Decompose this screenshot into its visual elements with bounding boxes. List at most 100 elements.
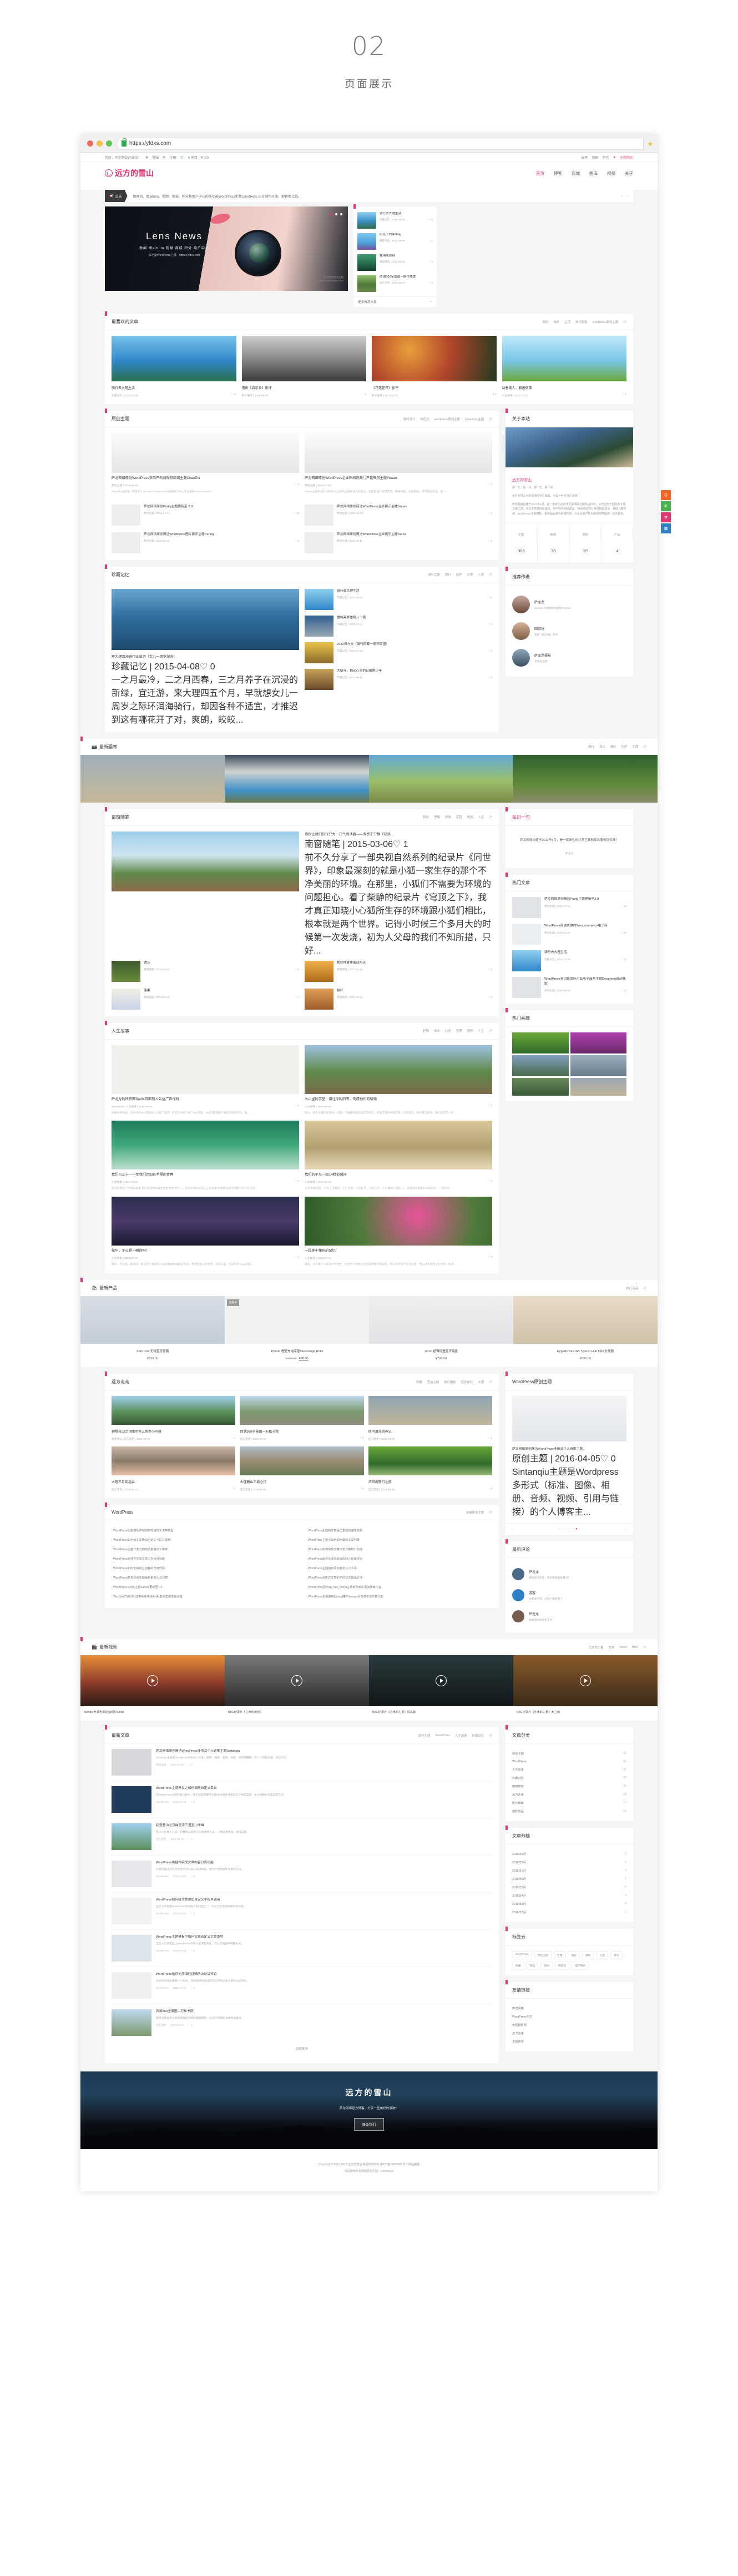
topbar-link-album[interactable]: 相册 <box>592 155 599 160</box>
panel-categories[interactable]: 骑行之旅 旅行 拉萨 大理 人生 ⟳ <box>428 572 492 577</box>
travel-card[interactable]: 西湖360全景图—万松书院 远方走走 | 2016-03-16 ♡ 0 <box>240 1396 364 1441</box>
cat-link[interactable]: 人生故事 <box>455 1733 467 1738</box>
hot-post-item[interactable]: 骑行去大理生活 珍藏记忆 | 2014-10-25 ♡ 12 <box>512 950 626 972</box>
cat-link[interactable]: 婚纱 <box>610 744 616 749</box>
cat-link[interactable]: 大理 <box>478 1380 484 1384</box>
panel-categories[interactable]: 西藏 苍山之巅 旅行摄影 徒步旅行 大理 ⟳ <box>416 1380 492 1384</box>
cat-link[interactable]: 哲理 <box>456 1029 462 1033</box>
floating-toolbar[interactable]: Q ✆ ✿ ▦ <box>661 490 671 535</box>
cat-link[interactable]: 响应式 <box>420 417 429 421</box>
topbar-link-buy[interactable]: 主题购买 <box>620 155 633 160</box>
list-item[interactable]: 西湖360全景图—断桥残雪 远方走走 | 2013-08-13 ♡ 0 <box>353 273 437 294</box>
wp-link[interactable]: WordPress如何去掉前台加载的无用代码 <box>112 1564 297 1573</box>
address-bar[interactable]: https://yfdxs.com <box>118 137 644 150</box>
cat-link[interactable]: wordpress原创主题 <box>593 320 618 324</box>
travel-card[interactable]: 修河洱海游神记 远方走走 | 2016-03-06 ♡ 1 <box>368 1396 492 1441</box>
cat-link[interactable]: 人生 <box>478 572 484 577</box>
cat-link[interactable]: 大理 <box>632 744 638 749</box>
cat-link[interactable]: 大理 <box>467 572 473 577</box>
next-icon[interactable]: › <box>625 1528 626 1531</box>
panel-categories[interactable]: 抒情 成长 心灵 哲理 感悟 人生 ⟳ <box>423 1029 492 1033</box>
cat-link[interactable]: Sintel <box>620 1646 628 1649</box>
cat-link[interactable]: 热门商品 <box>626 1286 639 1290</box>
cat-link[interactable]: 简约设计 <box>403 417 416 421</box>
archive-item[interactable]: 2016年3月 4 <box>512 1900 626 1908</box>
comment-item[interactable]: 游客 主题很不错，已经下载使用了 <box>512 1585 626 1606</box>
essay-item[interactable]: 遗忘 南窗随笔 | 2013-12-10 ♡ 0 <box>112 960 299 982</box>
author-item[interactable]: 萨龙龙摄影 洱海边远望 <box>512 644 626 671</box>
refresh-icon[interactable]: ⟳ <box>489 1733 492 1738</box>
essay-item[interactable]: 我在仲夏里偷窃阳光 南窗随笔 | 2013-11-12 ♡ 1 <box>305 960 492 982</box>
refresh-icon[interactable]: ⟳ <box>643 1286 646 1290</box>
cat-link[interactable]: 成长 <box>434 1029 440 1033</box>
archive-item[interactable]: 2016年4月 3 <box>512 1892 626 1900</box>
wp-link[interactable]: WordPress如何实现文章浏览次数统计功能 <box>306 1545 492 1554</box>
life-card[interactable]: 萨龙龙的所有网站404页面加入公益广告代码 Wordpress, 人生故事 | … <box>112 1045 299 1116</box>
cat-link[interactable]: 骑行之旅 <box>428 572 440 577</box>
cat-link[interactable]: 骑行 <box>588 744 594 749</box>
cat-link[interactable]: BBC <box>632 1646 638 1649</box>
friendly-link[interactable]: 大理摄影网 <box>512 2021 626 2029</box>
play-icon[interactable] <box>436 1675 447 1687</box>
tag[interactable]: 响应式 <box>554 1962 570 1970</box>
wp-link[interactable]: WordPress给评论添加验证码防止垃圾评论 <box>306 1554 492 1564</box>
archive-item[interactable]: 2016年6月 2 <box>512 1875 626 1883</box>
cat-link[interactable]: 心灵 <box>445 1029 451 1033</box>
nav-item-shop[interactable]: 商城 <box>572 170 580 177</box>
refresh-icon[interactable]: ⟳ <box>489 572 492 577</box>
life-card[interactable]: 我们的平凡—2014精彩瞬间 人生故事 | 2015-02-18 ♡ 0 '五月苹… <box>305 1121 492 1191</box>
memory-featured[interactable]: 环大理耳海骑行三日游（女儿一周岁纪念） 珍藏记忆 | 2015-04-08♡ 0… <box>112 588 299 725</box>
wp-link[interactable]: WordPress如何给文章添加自定义字段并调用 <box>112 1535 297 1545</box>
carousel-controls[interactable]: ‹ ○ ○ ○ ○ ○ ○ ● ○ › <box>506 1523 633 1535</box>
essay-item[interactable]: 落果 南窗随笔 | 2013-10-20 ♡ 1 <box>112 988 299 1010</box>
cat-link[interactable]: 抒情 <box>445 815 451 819</box>
travel-card[interactable]: 大理巍山古城之行 远方走走 | 2015-08-04 ♡ 0 <box>240 1446 364 1491</box>
hot-post-item[interactable]: WordPress简洁优雅的Woocommerce电子商 原创主题 | 2015… <box>512 924 626 945</box>
gallery-image[interactable] <box>513 754 658 803</box>
panel-categories[interactable]: 简约设计 响应式 wordpress原创主题 Deephoto主题 ⟳ <box>403 417 492 421</box>
cat-link[interactable]: 苍山之巅 <box>427 1380 439 1384</box>
refresh-icon[interactable]: ⟳ <box>623 320 626 324</box>
topbar-link-tags[interactable]: 标签 <box>582 155 588 160</box>
cat-link[interactable]: 拉萨 <box>621 744 628 749</box>
cat-link[interactable]: Deephoto主题 <box>465 417 484 421</box>
topbar-cart[interactable]: 0 项目 - ¥0.00 <box>188 155 209 160</box>
blog-post-row[interactable]: 西湖360全景图—万松书院 使用全景技术记录西湖万松书院的美丽景色，让远方的朋友… <box>112 2004 492 2041</box>
tag[interactable]: 骑行 <box>568 1951 580 1960</box>
slider-dots[interactable] <box>330 213 342 215</box>
play-icon[interactable] <box>147 1675 158 1687</box>
tag[interactable]: 简约 <box>540 1962 553 1970</box>
wp-link[interactable]: WordPress主题开发之如何调用自定义菜单 <box>112 1545 297 1554</box>
cat-link[interactable]: 西藏 <box>416 1380 422 1384</box>
cat-link[interactable]: 韩化 <box>423 815 429 819</box>
wp-link[interactable]: WordPress主题中如何调用最新文章列表 <box>306 1535 492 1545</box>
cat-link[interactable]: 思绪 <box>434 815 440 819</box>
post-card[interactable]: 骑行去大理生活 珍藏记忆 | 2014-10-25 ♡ 12 <box>112 336 236 397</box>
theme-list-item[interactable]: 萨龙网络原创简洁WordPress企业展示主题Squan 原创主题 | 2016… <box>305 504 492 526</box>
load-more-button[interactable]: 加载更多 <box>112 2041 492 2056</box>
cat-link[interactable]: 旅行 <box>445 572 451 577</box>
post-card[interactable]: 电影《启示录》影评 影片推荐 | 2016-05-06 ♡ 4 <box>241 336 366 397</box>
theme-list-item[interactable]: 萨龙网络原创简洁WordPress企业展示主题Sansi 原创主题 | 2016… <box>305 532 492 553</box>
panel-categories[interactable]: 原创主题 WordPress 人生故事 珍藏记忆 ⟳ <box>418 1733 492 1738</box>
tag[interactable]: 摄影 <box>582 1951 594 1960</box>
wechat-icon[interactable]: ✆ <box>661 501 671 511</box>
hot-post-item[interactable]: 萨龙网络原创简洁Purity主题更新至3.0 原创主题 | 2016-07-01… <box>512 897 626 919</box>
memory-list-item[interactable]: 骑行去大理生活 珍藏记忆 | 2014-10-25 ♡ 12 <box>305 588 492 610</box>
product-card[interactable]: HyperDrive USB Type-C Hub 5合1分线器 ¥599.00 <box>513 1296 658 1367</box>
essay-featured[interactable] <box>112 831 299 956</box>
category-item[interactable]: 原创主题 32 <box>512 1750 626 1758</box>
life-card[interactable]: 我们已三十——至我们仍旧在手里的青春 人生故事 | 2015-03-01 ♡ 0 … <box>112 1121 299 1191</box>
tag[interactable]: 西藏 <box>512 1962 524 1970</box>
archive-item[interactable]: 2016年7月 4 <box>512 1867 626 1875</box>
weibo-icon[interactable]: ✿ <box>661 512 671 522</box>
cat-link[interactable]: 苍山 <box>599 744 605 749</box>
tag[interactable]: 电子商务 <box>572 1962 589 1970</box>
gallery-thumb[interactable] <box>512 1078 569 1096</box>
cat-link[interactable]: 电影 <box>554 320 560 324</box>
hero-slider[interactable]: Lens News 新闻 图album 视频 商城 积分 用户中心 多功能Wor… <box>105 206 348 291</box>
cat-link[interactable]: 艺术的力量 <box>589 1645 604 1650</box>
gallery-image[interactable] <box>80 754 225 803</box>
cat-link[interactable]: 抒情 <box>423 1029 429 1033</box>
cat-link[interactable]: 徒步旅行 <box>461 1380 473 1384</box>
